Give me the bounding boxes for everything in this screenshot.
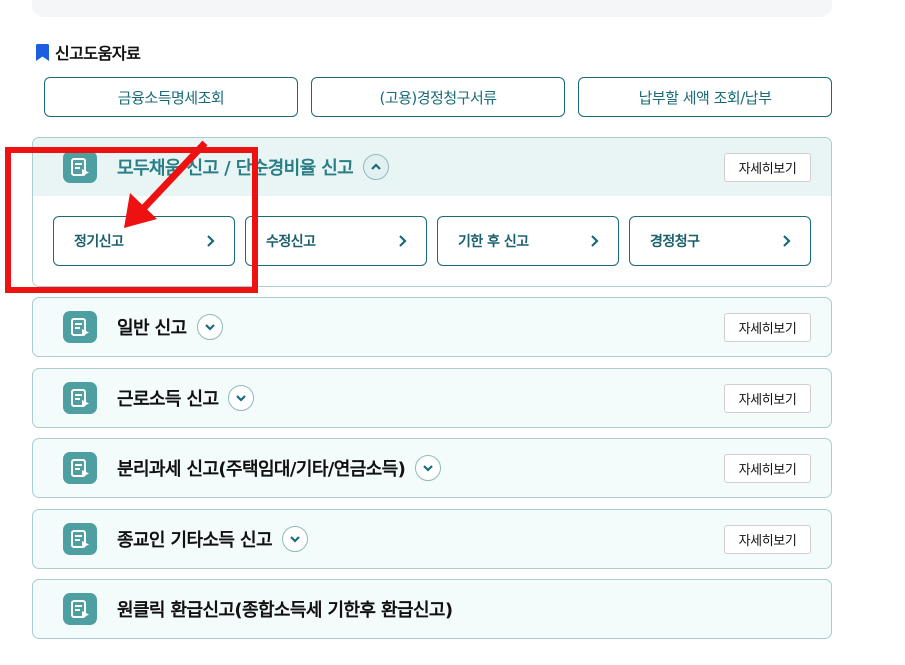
accordion-separate-taxation-filing: 분리과세 신고(주택임대/기타/연금소득) 자세히보기 bbox=[32, 438, 832, 498]
accordion-title: 분리과세 신고(주택임대/기타/연금소득) bbox=[117, 459, 406, 480]
detail-view-button[interactable]: 자세히보기 bbox=[724, 153, 811, 182]
accordion-title: 원클릭 환급신고(종합소득세 기한후 환급신고) bbox=[117, 600, 453, 621]
bookmark-icon bbox=[36, 43, 49, 61]
chevron-up-icon[interactable] bbox=[363, 154, 390, 180]
tax-payment-lookup-button[interactable]: 납부할 세액 조회/납부 bbox=[578, 77, 832, 117]
accordion-one-click-refund: 원클릭 환급신고(종합소득세 기한후 환급신고) bbox=[32, 579, 832, 639]
late-filing-button[interactable]: 기한 후 신고 bbox=[437, 216, 619, 266]
chevron-down-icon[interactable] bbox=[228, 385, 255, 411]
detail-view-button[interactable]: 자세히보기 bbox=[724, 384, 811, 413]
accordion-title: 근로소득 신고 bbox=[117, 389, 219, 410]
document-icon bbox=[63, 523, 97, 555]
accordion-religious-income-filing: 종교인 기타소득 신고 자세히보기 bbox=[32, 509, 832, 569]
detail-view-button[interactable]: 자세히보기 bbox=[724, 454, 811, 483]
correction-claim-button[interactable]: 경정청구 bbox=[629, 216, 811, 266]
accordion-title: 종교인 기타소득 신고 bbox=[117, 530, 273, 551]
top-panel-edge bbox=[32, 0, 832, 17]
chevron-right-icon bbox=[591, 235, 599, 247]
section-header: 신고도움자료 bbox=[36, 41, 141, 63]
chevron-down-icon[interactable] bbox=[281, 526, 308, 552]
chevron-right-icon bbox=[783, 235, 791, 247]
chevron-down-icon[interactable] bbox=[415, 455, 442, 481]
amended-filing-button[interactable]: 수정신고 bbox=[245, 216, 427, 266]
document-icon bbox=[63, 311, 97, 343]
accordion-title: 일반 신고 bbox=[117, 318, 187, 339]
accordion-header[interactable]: 일반 신고 자세히보기 bbox=[33, 298, 831, 356]
accordion-header[interactable]: 분리과세 신고(주택임대/기타/연금소득) 자세히보기 bbox=[33, 439, 831, 497]
financial-income-lookup-button[interactable]: 금융소득명세조회 bbox=[44, 77, 298, 117]
section-title: 신고도움자료 bbox=[55, 44, 141, 63]
accordion-header[interactable]: 원클릭 환급신고(종합소득세 기한후 환급신고) bbox=[33, 580, 831, 638]
document-icon bbox=[63, 452, 97, 484]
accordion-header[interactable]: 근로소득 신고 자세히보기 bbox=[33, 369, 831, 427]
detail-view-button[interactable]: 자세히보기 bbox=[724, 313, 811, 342]
detail-view-button[interactable]: 자세히보기 bbox=[724, 525, 811, 554]
document-icon bbox=[63, 593, 97, 625]
help-button-group: 금융소득명세조회 (고용)경정청구서류 납부할 세액 조회/납부 bbox=[44, 77, 832, 117]
highlight-box bbox=[5, 147, 258, 293]
document-icon bbox=[63, 382, 97, 414]
accordion-earned-income-filing: 근로소득 신고 자세히보기 bbox=[32, 368, 832, 428]
accordion-header[interactable]: 종교인 기타소득 신고 자세히보기 bbox=[33, 510, 831, 568]
accordion-general-filing: 일반 신고 자세히보기 bbox=[32, 297, 832, 357]
chevron-right-icon bbox=[399, 235, 407, 247]
correction-claim-documents-button[interactable]: (고용)경정청구서류 bbox=[311, 77, 565, 117]
chevron-down-icon[interactable] bbox=[196, 314, 223, 340]
